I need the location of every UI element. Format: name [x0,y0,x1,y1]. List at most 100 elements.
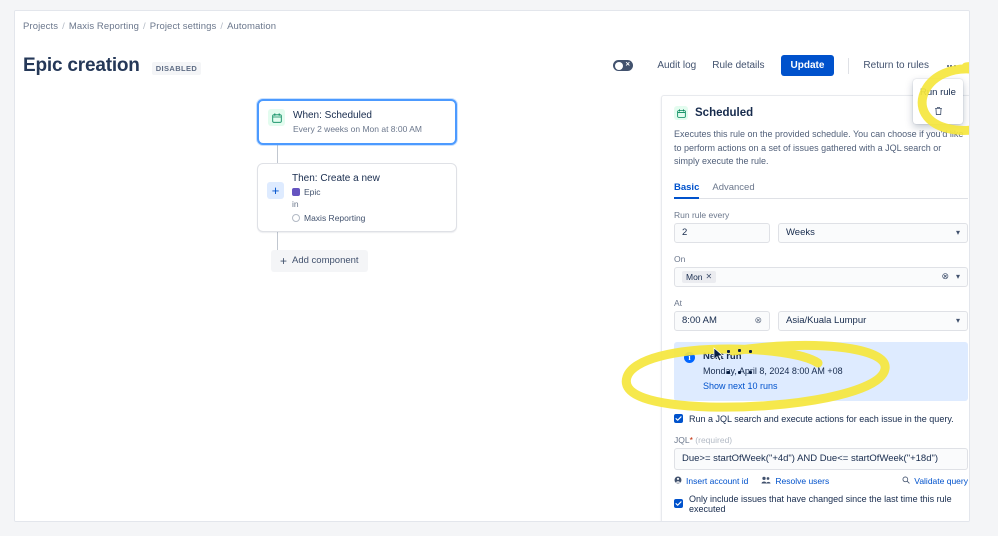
search-icon [902,476,910,486]
required-hint: (required) [695,434,733,445]
check-icon [675,416,682,421]
return-to-rules-button[interactable]: Return to rules [855,56,937,75]
required-marker: * [689,434,693,445]
clear-icon[interactable]: ⊗ [941,271,949,282]
person-icon-glyph [674,476,682,483]
timezone-value: Asia/Kuala Lumpur [786,315,867,326]
breadcrumb-separator: / [143,21,146,32]
only-changed-checkbox[interactable] [674,499,683,508]
trigger-title: When: Scheduled [293,110,372,121]
breadcrumb-item-automation[interactable]: Automation [227,21,276,32]
plus-icon: + [280,253,288,268]
menu-item-run-rule[interactable]: Run rule [913,83,963,102]
calendar-icon-glyph [271,112,282,123]
validate-query-link[interactable]: Validate query [902,476,968,486]
info-icon: i [684,351,695,363]
only-changed-label: Only include issues that have changed si… [689,493,952,514]
action-in-label: in [292,199,299,210]
timezone-select[interactable]: Asia/Kuala Lumpur ▾ [778,310,968,331]
rule-tree: When: Scheduled Every 2 weeks on Mon at … [257,99,457,272]
breadcrumb-item-maxis-reporting[interactable]: Maxis Reporting [69,21,139,32]
breadcrumb-item-projects[interactable]: Projects [23,21,58,32]
add-component-label: Add component [292,255,359,267]
breadcrumb-separator: / [62,21,65,32]
more-menu-dropdown: Run rule [913,79,963,124]
panel-title: Scheduled [695,107,754,119]
search-icon-glyph [902,476,910,484]
tab-basic[interactable]: Basic [674,179,700,199]
tab-advanced[interactable]: Advanced [712,179,754,198]
action-project-row: Maxis Reporting [292,213,380,223]
calendar-icon [268,109,285,126]
action-issue-type-row: Epic [292,187,380,197]
jql-helper-row: Insert account id Resolve users Validate… [674,476,968,486]
resolve-users-link[interactable]: Resolve users [761,476,829,486]
insert-account-id-link[interactable]: Insert account id [674,476,748,486]
chevron-down-icon[interactable]: ▾ [956,272,960,281]
next-run-info: i Next run Monday, April 8, 2024 8:00 AM… [674,341,968,401]
close-icon: ✕ [625,62,631,68]
people-icon [761,476,771,486]
check-icon [675,501,682,506]
day-chip-mon[interactable]: Mon ✕ [682,270,717,283]
run-every-row: 2 Weeks ▾ [674,222,968,243]
trash-icon[interactable] [913,102,963,120]
browser-frame: Projects / Maxis Reporting / Project set… [14,10,970,522]
plus-icon: + [267,182,284,200]
at-label: At [674,297,683,308]
resolve-users-label: Resolve users [775,475,830,486]
clear-icon[interactable]: ⊗ [754,315,762,326]
insert-account-id-label: Insert account id [686,475,749,486]
calendar-icon [674,106,688,120]
jql-search-checkbox[interactable] [674,414,683,423]
show-next-runs-link[interactable]: Show next 10 runs [703,381,778,391]
calendar-icon-glyph [676,108,686,118]
jql-label-text: JQL [674,434,690,445]
next-run-title: Next run [703,350,742,362]
rule-node-trigger[interactable]: When: Scheduled Every 2 weeks on Mon at … [257,99,457,146]
panel-description: Executes this rule on the provided sched… [674,129,964,166]
on-select-controls: ⊗ ▾ [941,271,960,282]
run-every-value: 2 [682,227,688,238]
people-icon-glyph [761,476,771,483]
audit-log-button[interactable]: Audit log [649,56,704,75]
update-button[interactable]: Update [780,55,835,76]
add-component-button[interactable]: + Add component [271,249,368,272]
run-every-label: Run rule every [674,209,730,220]
automation-rule-page: Projects / Maxis Reporting / Project set… [15,11,969,521]
breadcrumb-separator: / [220,21,224,32]
status-badge: DISABLED [151,62,202,75]
toolbar-divider [848,57,850,74]
toolbar: ✕ Audit log Rule details Update Return t… [613,55,961,76]
chevron-down-icon: ▾ [955,316,960,325]
tree-connector [277,231,278,250]
run-every-value-input[interactable]: 2 [674,222,770,243]
title-row: Epic creation DISABLED [23,55,202,77]
only-changed-row: Only include issues that have changed si… [674,494,968,514]
trash-icon-glyph [934,107,942,115]
rule-enabled-toggle[interactable]: ✕ [613,60,634,71]
on-label: On [674,253,686,264]
page-title: Epic creation [23,55,140,76]
action-title: Then: Create a new [292,173,380,185]
breadcrumb: Projects / Maxis Reporting / Project set… [23,21,276,32]
breadcrumb-item-project-settings[interactable]: Project settings [150,21,217,32]
chevron-down-icon: ▾ [955,228,960,237]
rule-details-button[interactable]: Rule details [704,56,772,75]
panel-tabs: Basic Advanced [674,179,968,199]
run-every-unit-value: Weeks [786,227,815,238]
person-icon [674,476,682,486]
more-horizontal-icon[interactable] [941,57,961,75]
project-icon [292,213,300,222]
close-icon[interactable]: ✕ [706,272,713,281]
trigger-subtitle: Every 2 weeks on Mon at 8:00 AM [293,124,422,134]
at-time-input[interactable]: 8:00 AM ⊗ [674,310,770,331]
at-time-value: 8:00 AM [682,315,717,326]
epic-icon [292,188,300,197]
action-project: Maxis Reporting [304,212,366,223]
run-every-unit-select[interactable]: Weeks ▾ [778,222,968,243]
tree-connector [277,145,278,164]
jql-query-input[interactable]: Due>= startOfWeek("+4d") AND Due<= start… [674,447,968,470]
on-days-select[interactable]: Mon ✕ ⊗ ▾ [674,266,968,287]
rule-node-action[interactable]: + Then: Create a new Epic in Maxis Repor… [257,163,457,232]
